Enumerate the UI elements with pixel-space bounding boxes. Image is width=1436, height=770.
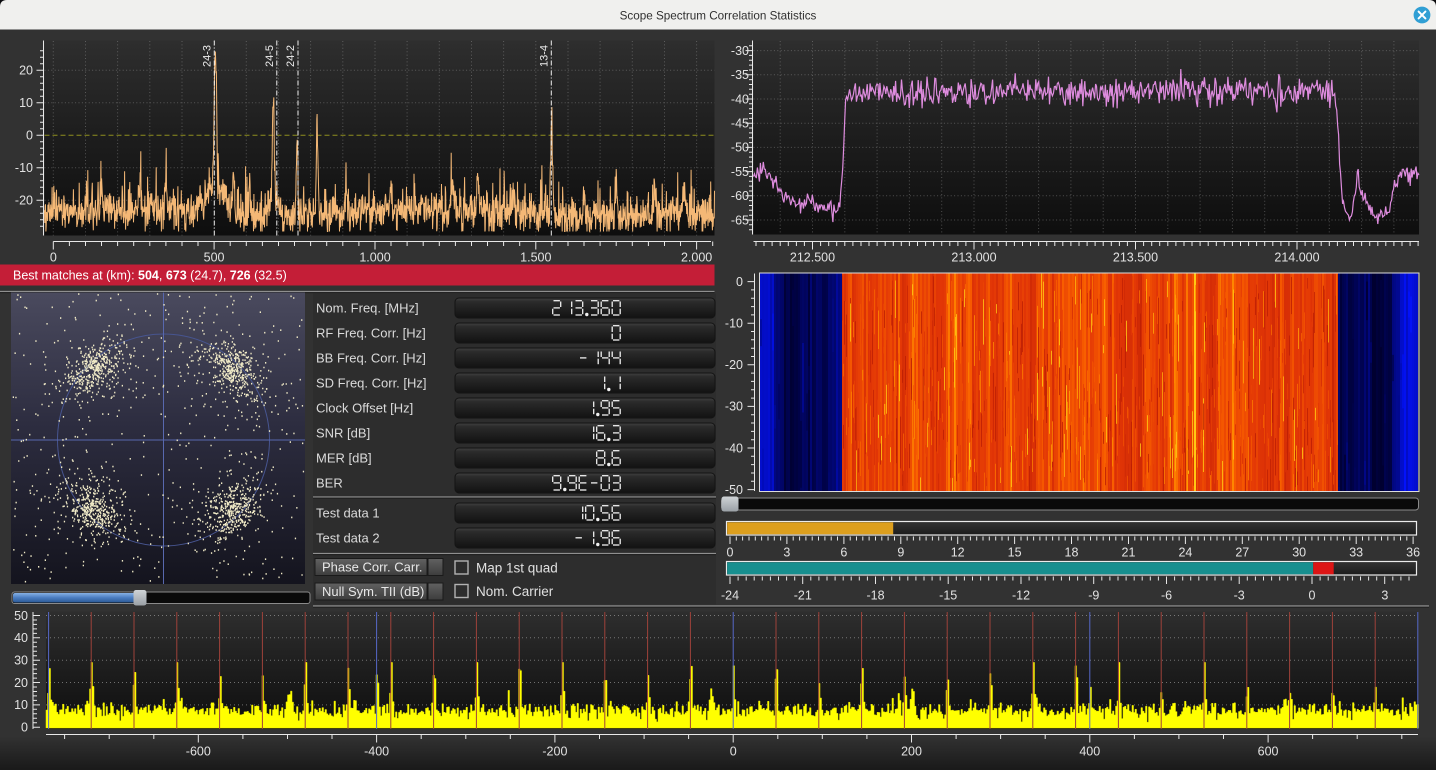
svg-text:-400: -400 (364, 745, 389, 759)
svg-text:-60: -60 (731, 189, 749, 203)
svg-text:24-3: 24-3 (201, 45, 213, 67)
svg-text:20: 20 (14, 676, 28, 690)
svg-text:30: 30 (1292, 546, 1306, 560)
svg-text:9: 9 (897, 546, 904, 560)
svg-text:-12: -12 (1012, 589, 1030, 603)
svg-text:-55: -55 (731, 165, 749, 179)
svg-text:0: 0 (727, 546, 734, 560)
svg-text:Map 1st quad: Map 1st quad (476, 561, 558, 576)
svg-text:50: 50 (14, 609, 28, 623)
svg-text:200: 200 (901, 745, 922, 759)
svg-text:13-4: 13-4 (538, 45, 550, 67)
svg-text:-45: -45 (731, 117, 749, 131)
svg-text:21: 21 (1122, 546, 1136, 560)
svg-text:-20: -20 (15, 194, 33, 208)
svg-text:-10: -10 (725, 317, 743, 331)
svg-text:3: 3 (783, 546, 790, 560)
svg-text:BB Freq. Corr. [Hz]: BB Freq. Corr. [Hz] (316, 351, 426, 366)
svg-text:SNR [dB]: SNR [dB] (316, 426, 370, 441)
svg-text:-30: -30 (731, 44, 749, 58)
svg-text:-200: -200 (542, 745, 567, 759)
svg-text:-6: -6 (1161, 589, 1172, 603)
svg-text:0: 0 (21, 721, 28, 735)
svg-text:24: 24 (1178, 546, 1192, 560)
svg-text:0: 0 (736, 275, 743, 289)
svg-text:MER [dB]: MER [dB] (316, 451, 372, 466)
svg-text:27: 27 (1235, 546, 1249, 560)
svg-text:-15: -15 (939, 589, 957, 603)
svg-text:213.500: 213.500 (1113, 251, 1158, 265)
svg-text:Phase Corr. Carr.: Phase Corr. Carr. (322, 560, 422, 575)
svg-text:213.000: 213.000 (951, 251, 996, 265)
svg-text:3: 3 (1381, 589, 1388, 603)
svg-text:500: 500 (204, 251, 225, 265)
svg-text:0: 0 (1309, 589, 1316, 603)
svg-text:-3: -3 (1234, 589, 1245, 603)
svg-text:40: 40 (14, 631, 28, 645)
svg-text:400: 400 (1079, 745, 1100, 759)
svg-text:Null Sym. TII (dB): Null Sym. TII (dB) (322, 584, 424, 599)
svg-text:RF Freq. Corr. [Hz]: RF Freq. Corr. [Hz] (316, 326, 426, 341)
svg-text:1.000: 1.000 (359, 251, 390, 265)
svg-text:Nom. Freq. [MHz]: Nom. Freq. [MHz] (316, 301, 419, 316)
svg-text:-24: -24 (721, 589, 739, 603)
svg-text:10: 10 (19, 96, 33, 110)
svg-text:0: 0 (730, 745, 737, 759)
svg-text:0: 0 (50, 251, 57, 265)
svg-text:-50: -50 (731, 141, 749, 155)
svg-text:-10: -10 (15, 161, 33, 175)
svg-text:-40: -40 (731, 92, 749, 106)
svg-text:Best matches at (km): 504, 673: Best matches at (km): 504, 673 (24.7), 7… (13, 269, 287, 283)
svg-text:33: 33 (1349, 546, 1363, 560)
svg-text:-65: -65 (731, 213, 749, 227)
svg-text:-40: -40 (725, 441, 743, 455)
svg-text:600: 600 (1258, 745, 1279, 759)
svg-text:214.000: 214.000 (1274, 251, 1319, 265)
svg-text:-50: -50 (725, 483, 743, 497)
svg-text:-21: -21 (794, 589, 812, 603)
svg-text:-600: -600 (186, 745, 211, 759)
svg-text:24-2: 24-2 (285, 45, 297, 67)
svg-text:24-5: 24-5 (264, 45, 276, 67)
svg-text:-9: -9 (1088, 589, 1099, 603)
svg-text:36: 36 (1406, 546, 1420, 560)
svg-text:-30: -30 (725, 400, 743, 414)
svg-text:30: 30 (14, 654, 28, 668)
svg-text:6: 6 (840, 546, 847, 560)
svg-text:-18: -18 (866, 589, 884, 603)
svg-text:0: 0 (26, 129, 33, 143)
svg-text:Clock Offset [Hz]: Clock Offset [Hz] (316, 401, 413, 416)
svg-text:-20: -20 (725, 358, 743, 372)
svg-text:SD Freq. Corr. [Hz]: SD Freq. Corr. [Hz] (316, 376, 427, 391)
svg-text:212.500: 212.500 (790, 251, 835, 265)
svg-text:10: 10 (14, 698, 28, 712)
svg-text:Scope Spectrum Correlation Sta: Scope Spectrum Correlation Statistics (620, 10, 817, 23)
svg-text:18: 18 (1065, 546, 1079, 560)
svg-text:Test data 1: Test data 1 (316, 506, 380, 521)
svg-text:Nom. Carrier: Nom. Carrier (476, 584, 554, 599)
svg-text:15: 15 (1008, 546, 1022, 560)
svg-text:20: 20 (19, 64, 33, 78)
svg-text:BER: BER (316, 476, 343, 491)
svg-text:Test data 2: Test data 2 (316, 531, 380, 546)
svg-text:2.000: 2.000 (681, 251, 712, 265)
svg-text:-35: -35 (731, 68, 749, 82)
svg-text:12: 12 (951, 546, 965, 560)
svg-text:1.500: 1.500 (520, 251, 551, 265)
